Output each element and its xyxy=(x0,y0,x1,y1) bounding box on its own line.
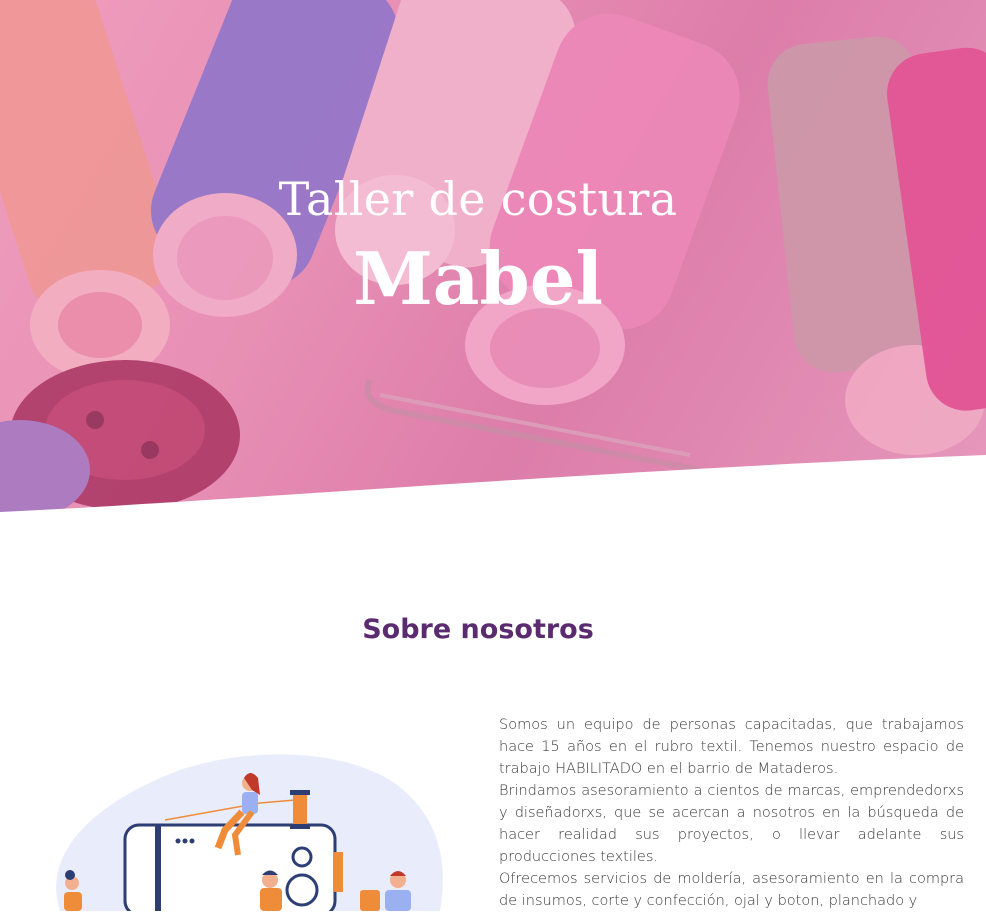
hero-name: Mabel xyxy=(353,236,603,321)
hero-title: Taller de costura xyxy=(278,172,678,226)
sewing-illustration xyxy=(30,740,450,916)
about-description: Somos un equipo de personas capacitadas,… xyxy=(499,714,964,912)
hero-banner: Taller de costura Mabel xyxy=(0,0,986,515)
about-paragraph-3: Ofrecemos servicios de moldería, asesora… xyxy=(499,871,964,909)
about-paragraph-1: Somos un equipo de personas capacitadas,… xyxy=(499,717,964,777)
about-heading: Sobre nosotros xyxy=(362,614,594,645)
about-paragraph-2: Brindamos asesoramiento a cientos de mar… xyxy=(499,783,964,865)
